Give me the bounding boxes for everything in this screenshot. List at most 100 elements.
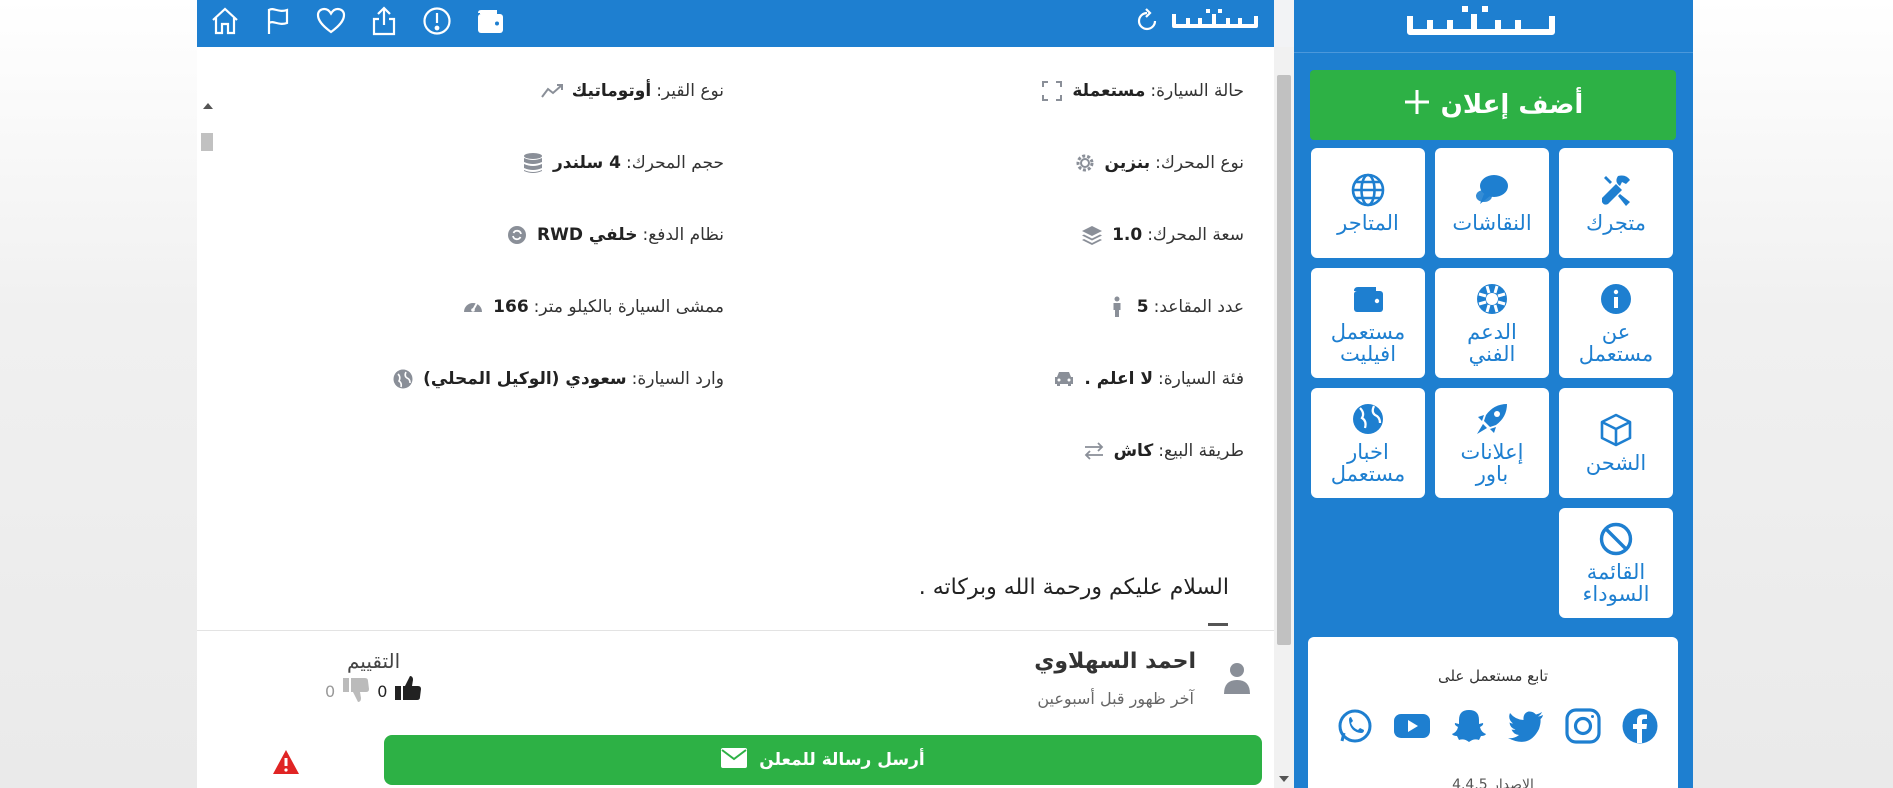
tile-label: إعلانات باور — [1460, 440, 1524, 486]
gear-icon — [1073, 151, 1097, 175]
report-icon[interactable] — [420, 4, 454, 38]
thumbs-down-icon[interactable] — [341, 675, 371, 707]
ad-toolbar — [197, 0, 1274, 47]
app-version: الإصدار 4.4.5 — [1452, 777, 1534, 788]
tile-label: القائمة السوداء — [1582, 560, 1650, 606]
tile-shipping[interactable]: الشحن — [1559, 388, 1673, 498]
warning-icon[interactable] — [272, 749, 300, 775]
attr-label: حجم المحرك: — [625, 153, 724, 173]
attr-value: سعودي (الوكيل المحلي) — [423, 369, 627, 389]
tile-blacklist[interactable]: القائمة السوداء — [1559, 508, 1673, 618]
send-message-label: أرسل رسالة للمعلن — [759, 750, 925, 770]
attr-value: لا اعلم . — [1084, 369, 1153, 389]
attr-seats: عدد المقاعد: 5 — [1105, 295, 1244, 319]
chart-line-icon — [540, 79, 564, 103]
thumbs-up-icon[interactable] — [393, 675, 423, 707]
description-divider — [1208, 623, 1228, 626]
attr-mileage: ممشى السيارة بالكيلو متر: 166 — [461, 295, 724, 319]
attr-label: نوع القير: — [656, 81, 724, 101]
like-count: 0 — [377, 681, 388, 701]
follow-title: تابع مستعمل على — [1437, 667, 1549, 685]
page-scrollbar[interactable] — [1274, 47, 1294, 788]
speedometer-icon — [461, 295, 485, 319]
envelope-icon — [721, 747, 748, 773]
tile-label: المتاجر — [1337, 211, 1399, 235]
attr-label: وارد السيارة: — [631, 369, 724, 389]
snapchat-icon[interactable] — [1450, 707, 1488, 745]
refresh-icon[interactable] — [1132, 6, 1162, 36]
exchange-icon — [1082, 439, 1106, 463]
ban-icon — [1599, 522, 1633, 556]
facebook-icon[interactable] — [1621, 707, 1659, 745]
seller-last-seen: آخر ظهور قبل أسبوعين — [1037, 689, 1194, 708]
add-ad-label: أضف إعلان — [1440, 90, 1584, 120]
page-scrollbar-thumb[interactable] — [1277, 75, 1291, 645]
tile-about[interactable]: عن مستعمل — [1559, 268, 1673, 378]
tile-discussions[interactable]: النقاشات — [1435, 148, 1549, 258]
sidebar-divider — [1294, 52, 1693, 53]
earth-icon — [1353, 404, 1383, 434]
mustamal-logo[interactable] — [1402, 2, 1562, 46]
tile-label: عن مستعمل — [1578, 320, 1654, 366]
tools-icon — [1602, 175, 1630, 206]
tile-label: مستعمل افيليت — [1330, 320, 1406, 366]
ad-description: السلام عليكم ورحمة الله وبركاته . — [918, 575, 1229, 600]
tile-stores[interactable]: المتاجر — [1311, 148, 1425, 258]
globe-icon — [391, 367, 415, 391]
tile-my-store[interactable]: متجرك — [1559, 148, 1673, 258]
tile-support[interactable]: الدعم الفني — [1435, 268, 1549, 378]
user-avatar-icon — [1224, 663, 1250, 694]
inner-scrollbar[interactable] — [197, 95, 219, 675]
send-message-button[interactable]: أرسل رسالة للمعلن — [384, 735, 1262, 785]
mustamal-logo[interactable] — [1170, 6, 1262, 38]
dislike-count: 0 — [325, 681, 336, 701]
page-background-right — [1693, 0, 1893, 788]
attr-value: 1.0 — [1112, 225, 1143, 245]
tile-news[interactable]: اخبار مستعمل — [1311, 388, 1425, 498]
attr-value: بنزين — [1104, 153, 1151, 173]
home-icon[interactable] — [208, 4, 242, 38]
tile-label: الدعم الفني — [1467, 320, 1517, 366]
page-background-left — [0, 0, 197, 788]
wallet-icon[interactable] — [473, 4, 507, 38]
seller-panel: احمد السهلاوي آخر ظهور قبل أسبوعين التقي… — [197, 630, 1274, 788]
attr-value: مستعملة — [1072, 81, 1146, 101]
heart-icon[interactable] — [314, 4, 348, 38]
ad-attributes: حالة السيارة: مستعملة نوع القير: أوتوماتيك… — [197, 47, 1274, 667]
attr-value: كاش — [1113, 441, 1154, 461]
flag-icon[interactable] — [261, 4, 295, 38]
chat-icon — [1476, 175, 1508, 204]
youtube-icon[interactable] — [1393, 707, 1431, 745]
share-icon[interactable] — [367, 4, 401, 38]
ad-details-panel: حالة السيارة: مستعملة نوع القير: أوتوماتيك… — [197, 0, 1274, 788]
info-icon — [1601, 284, 1631, 314]
attr-value: 5 — [1136, 297, 1149, 317]
attr-value: أوتوماتيك — [571, 81, 652, 101]
instagram-icon[interactable] — [1564, 707, 1602, 745]
attr-label: طريقة البيع: — [1158, 441, 1244, 461]
add-ad-button[interactable]: أضف إعلان — [1310, 70, 1676, 140]
twitter-icon[interactable] — [1507, 707, 1545, 745]
database-icon — [521, 151, 545, 175]
tile-affiliate[interactable]: مستعمل افيليت — [1311, 268, 1425, 378]
globe-icon — [1351, 173, 1385, 207]
attr-engine-type: نوع المحرك: بنزين — [1073, 151, 1244, 175]
seller-name[interactable]: احمد السهلاوي — [1034, 649, 1196, 674]
attr-label: سعة المحرك: — [1147, 225, 1244, 245]
social-links — [1336, 707, 1659, 745]
rating-title: التقييم — [347, 649, 401, 673]
wallet-icon — [1354, 287, 1383, 312]
attr-gear-type: نوع القير: أوتوماتيك — [540, 79, 724, 103]
tile-label: النقاشات — [1452, 211, 1532, 235]
whatsapp-icon[interactable] — [1336, 707, 1374, 745]
plus-icon — [1403, 88, 1431, 123]
layers-icon — [1080, 223, 1104, 247]
attr-label: حالة السيارة: — [1150, 81, 1244, 101]
attr-engine-size: حجم المحرك: 4 سلندر — [521, 151, 724, 175]
tile-power-ads[interactable]: إعلانات باور — [1435, 388, 1549, 498]
attr-label: نوع المحرك: — [1155, 153, 1244, 173]
tile-label: اخبار مستعمل — [1330, 440, 1406, 486]
attr-value: 166 — [493, 297, 529, 317]
attr-car-condition: حالة السيارة: مستعملة — [1040, 79, 1244, 103]
tile-label: متجرك — [1585, 211, 1647, 235]
